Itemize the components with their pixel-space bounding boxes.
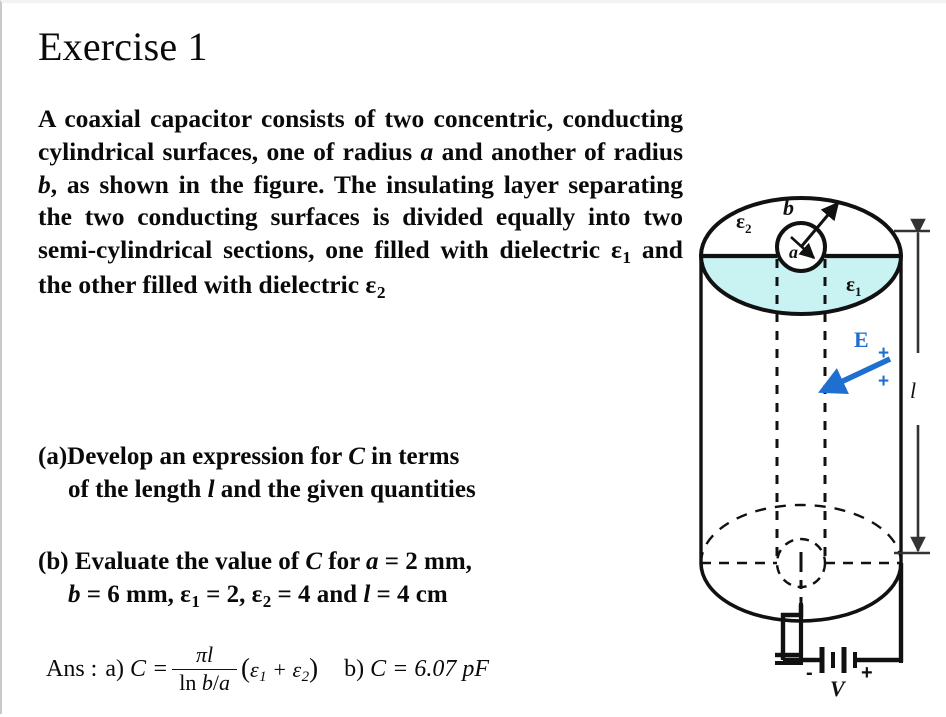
- answer-part-a-lhs: C =: [124, 655, 169, 682]
- slide-canvas: Exercise 1 A coaxial capacitor consists …: [0, 0, 946, 714]
- charge-plus-upper: +: [878, 343, 889, 364]
- question-b-label: (b): [38, 548, 69, 575]
- dielectric-sum-group: (ε1 + ε2): [240, 652, 319, 685]
- length-label: l: [910, 378, 916, 403]
- variable-a: a: [420, 136, 434, 166]
- answer-part-b-label: b): [344, 655, 365, 682]
- e-field-label: E: [854, 327, 869, 352]
- problem-statement: A coaxial capacitor consists of two conc…: [38, 104, 683, 303]
- circuit-outline: [775, 603, 804, 658]
- fraction-denominator: ln b/a: [172, 668, 237, 696]
- battery-negative-label: -: [806, 662, 813, 684]
- dielectric-2-label: ε2: [736, 209, 751, 236]
- answer-part-a-label: a): [105, 655, 124, 682]
- answer-part-b-value: C = 6.07 pF: [364, 655, 489, 682]
- text-column: Exercise 1 A coaxial capacitor consists …: [38, 25, 688, 304]
- variable-b: b: [38, 169, 51, 199]
- battery-voltage-label: V: [830, 676, 847, 701]
- radius-a-label: a: [789, 242, 798, 262]
- answer-line: Ans : a) C = πl ln b/a (ε1 + ε2) b) C = …: [46, 642, 489, 696]
- question-a: (a)Develop an expression for C in terms …: [38, 440, 658, 506]
- question-b-line2: b = 6 mm, ε1 = 2, ε2 = 4 and l = 4 cm: [68, 581, 448, 611]
- capacitance-fraction: πl ln b/a: [172, 642, 237, 696]
- fraction-numerator: πl: [196, 642, 214, 667]
- radius-b-label: b: [783, 195, 794, 220]
- battery-positive-label: +: [861, 662, 873, 684]
- page-title: Exercise 1: [38, 24, 208, 69]
- coaxial-capacitor-figure: b a ε2 ε1 E + + l - + V: [678, 163, 946, 717]
- subscript-2: 2: [376, 283, 386, 303]
- answer-lead: Ans :: [46, 655, 98, 682]
- subscript-1: 1: [622, 247, 632, 267]
- question-b: (b) Evaluate the value of C for a = 2 mm…: [38, 545, 658, 613]
- question-a-line2: of the length l and the given quantities: [68, 476, 476, 503]
- question-a-label: (a): [38, 443, 68, 470]
- charge-plus-lower: +: [878, 371, 889, 392]
